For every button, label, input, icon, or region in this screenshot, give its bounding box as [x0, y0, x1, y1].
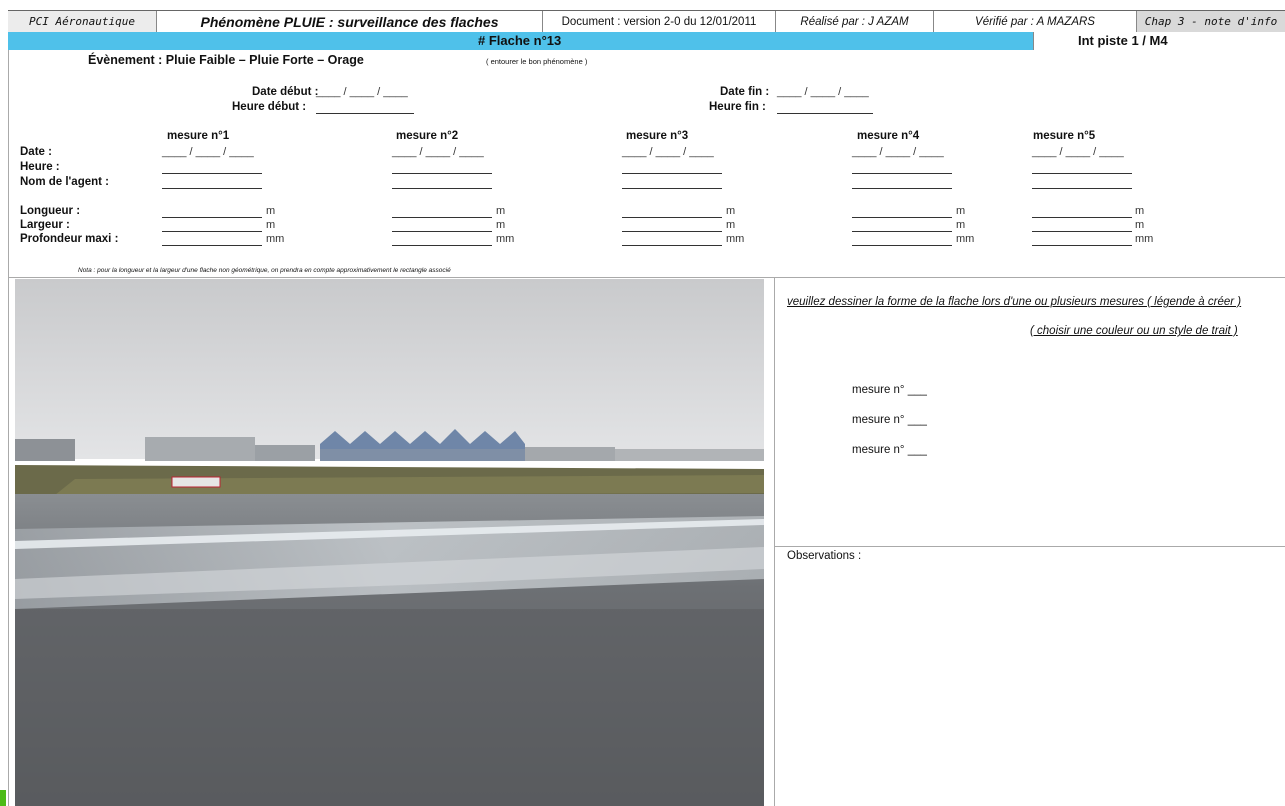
row-label-profondeur: Profondeur maxi :: [20, 233, 119, 245]
piste-cell: Int piste 1 / M4: [1033, 32, 1285, 50]
drawing-instruction: veuillez dessiner la forme de la flache …: [787, 296, 1242, 308]
m2-largeur-unit: m: [496, 219, 506, 231]
m5-profondeur-unit: mm: [1135, 233, 1154, 245]
m3-agent-field[interactable]: [622, 177, 722, 189]
m4-largeur-unit: m: [956, 219, 966, 231]
nota-text: Nota : pour la longueur et la largeur d'…: [78, 267, 451, 274]
row-label-longueur: Longueur :: [20, 205, 81, 217]
m3-profondeur-field[interactable]: [622, 234, 722, 246]
event-label: Évènement : Pluie Faible – Pluie Forte –…: [88, 53, 364, 67]
m2-profondeur-unit: mm: [496, 233, 515, 245]
legend-mesure-1[interactable]: mesure n° ___: [852, 384, 927, 396]
header-table: PCI Aéronautique Phénomène PLUIE : surve…: [8, 10, 1285, 33]
observations-divider: [774, 546, 1285, 547]
row-label-agent: Nom de l'agent :: [20, 176, 109, 188]
heure-fin-field[interactable]: [777, 102, 873, 114]
heure-fin-label: Heure fin :: [709, 101, 766, 113]
m3-largeur-field[interactable]: [622, 220, 722, 232]
m2-date-field[interactable]: ____ / ____ / ____: [392, 146, 484, 158]
m2-profondeur-field[interactable]: [392, 234, 492, 246]
m5-longueur-field[interactable]: [1032, 206, 1132, 218]
measure-header-3: mesure n°3: [626, 130, 689, 142]
left-border: [8, 50, 9, 806]
m4-heure-field[interactable]: [852, 162, 952, 174]
m5-profondeur-field[interactable]: [1032, 234, 1132, 246]
m2-longueur-field[interactable]: [392, 206, 492, 218]
m1-agent-field[interactable]: [162, 177, 262, 189]
measure-header-5: mesure n°5: [1033, 130, 1096, 142]
m1-longueur-unit: m: [266, 205, 276, 217]
observations-label: Observations :: [787, 550, 862, 562]
m4-date-field[interactable]: ____ / ____ / ____: [852, 146, 944, 158]
m3-heure-field[interactable]: [622, 162, 722, 174]
m5-heure-field[interactable]: [1032, 162, 1132, 174]
drawing-instruction-2: ( choisir une couleur ou un style de tra…: [1030, 325, 1238, 337]
heure-debut-field[interactable]: [316, 102, 414, 114]
realised-by: Réalisé par : J AZAM: [776, 11, 934, 32]
event-hint: ( entourer le bon phénomène ): [486, 57, 588, 66]
organisation-cell: PCI Aéronautique: [8, 11, 157, 32]
date-fin-label: Date fin :: [720, 86, 770, 98]
m1-profondeur-field[interactable]: [162, 234, 262, 246]
m4-profondeur-field[interactable]: [852, 234, 952, 246]
m3-profondeur-unit: mm: [726, 233, 745, 245]
m1-longueur-field[interactable]: [162, 206, 262, 218]
flache-number: # Flache n°13: [478, 33, 562, 48]
m5-agent-field[interactable]: [1032, 177, 1132, 189]
green-marker: [0, 790, 6, 806]
m2-heure-field[interactable]: [392, 162, 492, 174]
measure-header-2: mesure n°2: [396, 130, 459, 142]
measure-header-4: mesure n°4: [857, 130, 920, 142]
m1-heure-field[interactable]: [162, 162, 262, 174]
m3-largeur-unit: m: [726, 219, 736, 231]
m4-profondeur-unit: mm: [956, 233, 975, 245]
m4-agent-field[interactable]: [852, 177, 952, 189]
runway-photo-image: [15, 279, 764, 806]
m5-date-field[interactable]: ____ / ____ / ____: [1032, 146, 1124, 158]
m3-longueur-unit: m: [726, 205, 736, 217]
document-version: Document : version 2-0 du 12/01/2011: [543, 11, 776, 32]
legend-mesure-2[interactable]: mesure n° ___: [852, 414, 927, 426]
section-divider: [8, 277, 1285, 278]
legend-mesure-3[interactable]: mesure n° ___: [852, 444, 927, 456]
m2-agent-field[interactable]: [392, 177, 492, 189]
m4-longueur-unit: m: [956, 205, 966, 217]
m3-date-field[interactable]: ____ / ____ / ____: [622, 146, 714, 158]
heure-debut-label: Heure début :: [232, 101, 307, 113]
flache-band: # Flache n°13 Int piste 1 / M4: [8, 32, 1285, 50]
column-divider: [774, 277, 775, 806]
date-debut-label: Date début :: [252, 86, 319, 98]
date-fin-field[interactable]: ____ / ____ / ____: [777, 86, 869, 98]
m5-largeur-unit: m: [1135, 219, 1145, 231]
chapter-cell: Chap 3 - note d'info: [1137, 11, 1285, 32]
m4-longueur-field[interactable]: [852, 206, 952, 218]
m2-longueur-unit: m: [496, 205, 506, 217]
m3-longueur-field[interactable]: [622, 206, 722, 218]
row-label-largeur: Largeur :: [20, 219, 70, 231]
m1-largeur-field[interactable]: [162, 220, 262, 232]
observations-area[interactable]: [776, 566, 1281, 802]
m1-date-field[interactable]: ____ / ____ / ____: [162, 146, 254, 158]
document-title: Phénomène PLUIE : surveillance des flach…: [157, 11, 543, 32]
measure-header-1: mesure n°1: [167, 130, 230, 142]
m1-largeur-unit: m: [266, 219, 276, 231]
piste-label: Int piste 1 / M4: [1078, 33, 1168, 48]
m5-longueur-unit: m: [1135, 205, 1145, 217]
row-label-heure: Heure :: [20, 161, 60, 173]
m2-largeur-field[interactable]: [392, 220, 492, 232]
m5-largeur-field[interactable]: [1032, 220, 1132, 232]
m1-profondeur-unit: mm: [266, 233, 285, 245]
m4-largeur-field[interactable]: [852, 220, 952, 232]
runway-photo: [15, 279, 764, 806]
row-label-date: Date :: [20, 146, 52, 158]
date-debut-field[interactable]: ____ / ____ / ____: [316, 86, 408, 98]
verified-by: Vérifié par : A MAZARS: [934, 11, 1137, 32]
